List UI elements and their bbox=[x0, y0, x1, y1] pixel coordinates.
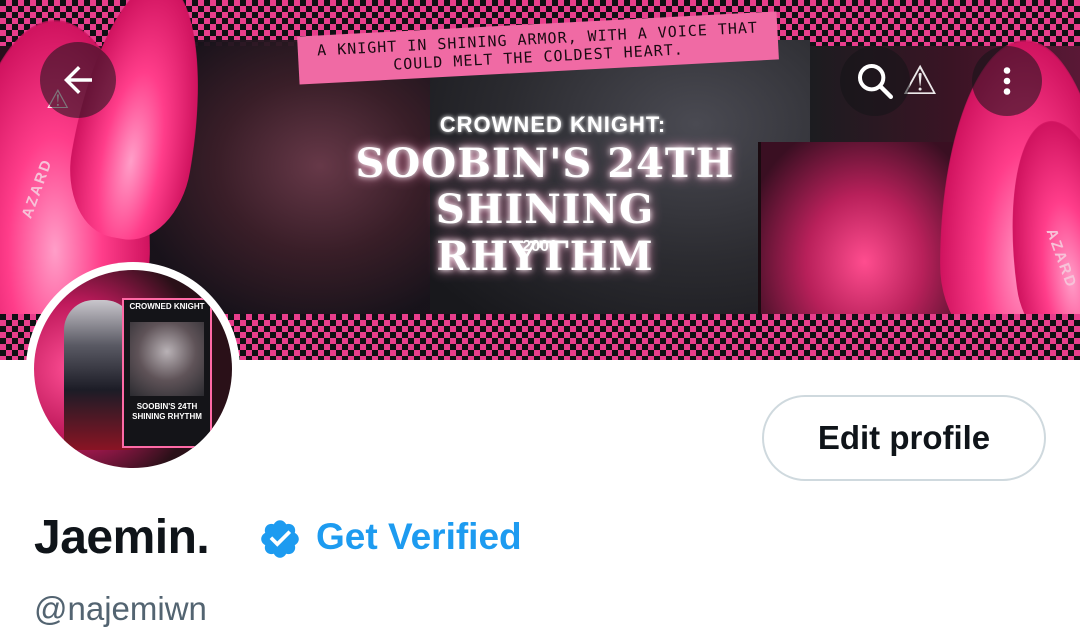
banner-subtitle: CROWNED KNIGHT: bbox=[439, 112, 667, 137]
avatar[interactable]: CROWNED KNIGHT SOOBIN'S 24TH SHINING RHY… bbox=[26, 262, 240, 476]
more-options-button[interactable] bbox=[972, 46, 1042, 116]
user-handle: @najemiwn bbox=[34, 590, 207, 627]
banner-title-line2: SHINING RHYTHM bbox=[435, 186, 655, 280]
banner-year: 2000 bbox=[522, 238, 558, 255]
search-button[interactable] bbox=[840, 46, 910, 116]
back-button[interactable] bbox=[40, 42, 116, 118]
avatar-card-photo bbox=[130, 322, 204, 396]
avatar-card-title: CROWNED KNIGHT bbox=[129, 302, 205, 311]
edit-profile-button[interactable]: Edit profile bbox=[762, 395, 1046, 481]
verified-badge-icon[interactable] bbox=[258, 517, 302, 561]
search-icon bbox=[858, 64, 893, 100]
avatar-card bbox=[122, 298, 212, 448]
avatar-image: CROWNED KNIGHT SOOBIN'S 24TH SHINING RHY… bbox=[34, 270, 232, 468]
back-arrow-icon bbox=[64, 66, 92, 94]
display-name: Jaemin. bbox=[34, 511, 210, 564]
avatar-card-line2: SHINING RHYTHM bbox=[132, 412, 202, 421]
avatar-card-line1: SOOBIN'S 24TH bbox=[136, 402, 198, 411]
more-vertical-icon bbox=[1003, 67, 1011, 95]
get-verified-link[interactable]: Get Verified bbox=[316, 516, 522, 558]
banner-title-line1: SOOBIN'S 24TH bbox=[355, 140, 735, 187]
